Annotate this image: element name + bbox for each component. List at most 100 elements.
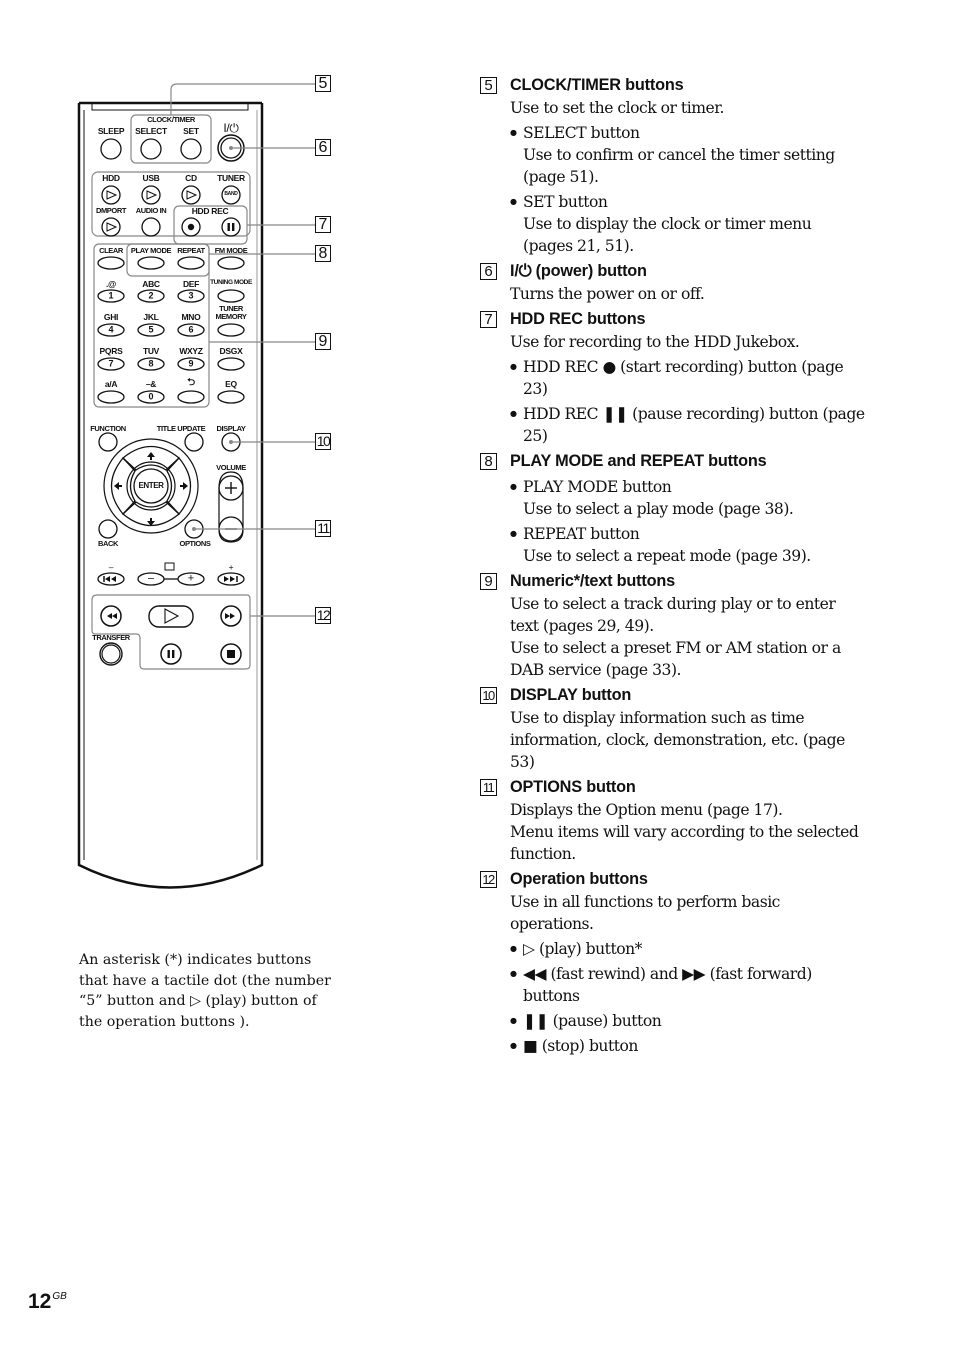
folder-minus-label: – [147, 572, 155, 585]
section-number: 9 [480, 572, 497, 590]
key-2-letters: ABC [142, 279, 160, 289]
bullet-item: ▷ (play) button* [510, 938, 865, 960]
bullet-item: HDD REC ❚❚ (pause recording) button (pag… [510, 403, 865, 447]
folder-plus-label: + [187, 572, 195, 585]
band-label: BAND [224, 191, 238, 197]
section-power: 6 I/⏻ (power) button Turns the power on … [480, 259, 865, 305]
section-title: I/⏻ (power) button [510, 261, 647, 280]
page-number: 12GB [28, 1290, 67, 1314]
bullet-body: Use to confirm or cancel the timer setti… [523, 146, 835, 186]
bullet-head: REPEAT button [523, 525, 640, 543]
key-8-letters: TUV [142, 346, 160, 356]
asterisk-note: An asterisk (*) indicates buttons that h… [79, 952, 331, 1030]
key-5-digit: 5 [148, 324, 154, 335]
fm-mode-label: FM MODE [214, 246, 248, 255]
key-7-digit: 7 [108, 358, 114, 369]
volume-label: VOLUME [216, 463, 246, 472]
set-label: SET [183, 126, 199, 136]
key-5-letters: JKL [143, 312, 159, 322]
options-label: OPTIONS [179, 539, 211, 548]
bullet-item: ❚❚ (pause) button [510, 1010, 865, 1032]
callout-9: 9 [315, 333, 331, 350]
transfer-label: TRANSFER [92, 633, 130, 642]
clock-timer-label: CLOCK/TIMER [147, 115, 195, 124]
section-intro: Use to display information such as time … [510, 709, 845, 771]
section-options: 11 OPTIONS button Displays the Option me… [480, 775, 865, 865]
bullet-head: HDD REC ● (start recording) button (page… [523, 358, 844, 398]
callout-7: 7 [315, 216, 331, 233]
bullet-head: ■ (stop) button [523, 1037, 638, 1055]
key-4-letters: GHI [103, 312, 119, 322]
remote-outline [77, 83, 315, 889]
page-number-value: 12 [28, 1290, 52, 1313]
callout-11: 11 [315, 520, 331, 537]
back-label: BACK [97, 539, 119, 548]
title-update-label: TITLE UPDATE [156, 424, 206, 433]
tuner-memory-label-2: MEMORY [215, 312, 247, 321]
section-title: Numeric*/text buttons [510, 571, 675, 590]
key-8-digit: 8 [148, 358, 154, 369]
section-number: 6 [480, 262, 497, 280]
key-2-digit: 2 [148, 290, 154, 301]
button-descriptions: 5 CLOCK/TIMER buttons Use to set the clo… [480, 73, 865, 1057]
callout-10: 10 [315, 433, 331, 450]
section-play-mode-repeat: 8 PLAY MODE and REPEAT buttons PLAY MODE… [480, 449, 865, 567]
callout-12: 12 [315, 607, 331, 624]
section-number: 5 [480, 76, 497, 94]
key-3-letters: DEF [182, 279, 200, 289]
bullet-head: SET button [523, 193, 608, 211]
key-1-letters: .@ [105, 279, 117, 289]
bullet-body: Use to display the clock or timer menu (… [523, 215, 812, 255]
sleep-label: SLEEP [97, 126, 125, 136]
audio-in-label: AUDIO IN [135, 206, 167, 215]
callout-8: 8 [315, 245, 331, 262]
section-title: HDD REC buttons [510, 309, 646, 328]
usb-label: USB [142, 173, 160, 183]
enter-label: ENTER [138, 481, 164, 490]
key-0-letters: –& [145, 379, 157, 389]
bullet-item: SET button Use to display the clock or t… [510, 191, 865, 257]
key-9-digit: 9 [188, 358, 194, 369]
bullet-head: SELECT button [523, 124, 640, 142]
key-6-digit: 6 [188, 324, 194, 335]
section-numeric-text: 9 Numeric*/text buttons Use to select a … [480, 569, 865, 681]
section-title: CLOCK/TIMER buttons [510, 75, 684, 94]
bullet-body: Use to select a repeat mode (page 39). [523, 547, 811, 565]
power-label: I/⏻ [223, 121, 239, 135]
section-operation: 12 Operation buttons Use in all function… [480, 867, 865, 1057]
bullet-item: SELECT button Use to confirm or cancel t… [510, 122, 865, 188]
bullet-item: ◀◀ (fast rewind) and ▶▶ (fast forward) b… [510, 963, 865, 1007]
eq-label: EQ [225, 379, 237, 389]
select-label: SELECT [135, 126, 167, 136]
bullet-item: REPEAT button Use to select a repeat mod… [510, 523, 865, 567]
callout-6: 6 [315, 139, 331, 156]
bullet-item: ■ (stop) button [510, 1035, 865, 1057]
bullet-head: ▷ (play) button* [523, 940, 642, 958]
bullet-head: ◀◀ (fast rewind) and ▶▶ (fast forward) b… [523, 965, 812, 1005]
section-display: 10 DISPLAY button Use to display informa… [480, 683, 865, 773]
bullet-item: HDD REC ● (start recording) button (page… [510, 356, 865, 400]
dsgx-label: DSGX [219, 346, 243, 356]
callout-5: 5 [315, 75, 331, 92]
cd-label: CD [185, 173, 197, 183]
section-number: 10 [480, 686, 497, 704]
play-mode-label: PLAY MODE [130, 246, 172, 255]
tuning-mode-label: TUNING MODE [210, 279, 252, 286]
section-intro: Use to select a track during play or to … [510, 595, 836, 635]
section-intro: Displays the Option menu (page 17). [510, 801, 783, 819]
section-clock-timer: 5 CLOCK/TIMER buttons Use to set the clo… [480, 73, 865, 257]
section-title: Operation buttons [510, 869, 648, 888]
key-1-digit: 1 [108, 290, 114, 301]
section-intro: Use in all functions to perform basic op… [510, 893, 780, 933]
key-0-digit: 0 [148, 391, 154, 402]
key-9-letters: WXYZ [179, 346, 203, 356]
section-number: 11 [480, 778, 497, 796]
prev-minus-label: – [108, 562, 114, 572]
tuner-label: TUNER [217, 173, 245, 183]
hdd-rec-label: HDD REC [189, 206, 231, 216]
return-icon: ⮌ [187, 377, 195, 388]
bullet-head: PLAY MODE button [523, 478, 672, 496]
section-intro-2: Use to select a preset FM or AM station … [510, 639, 841, 679]
key-6-letters: MNO [181, 312, 201, 322]
page-suffix: GB [52, 1291, 67, 1302]
